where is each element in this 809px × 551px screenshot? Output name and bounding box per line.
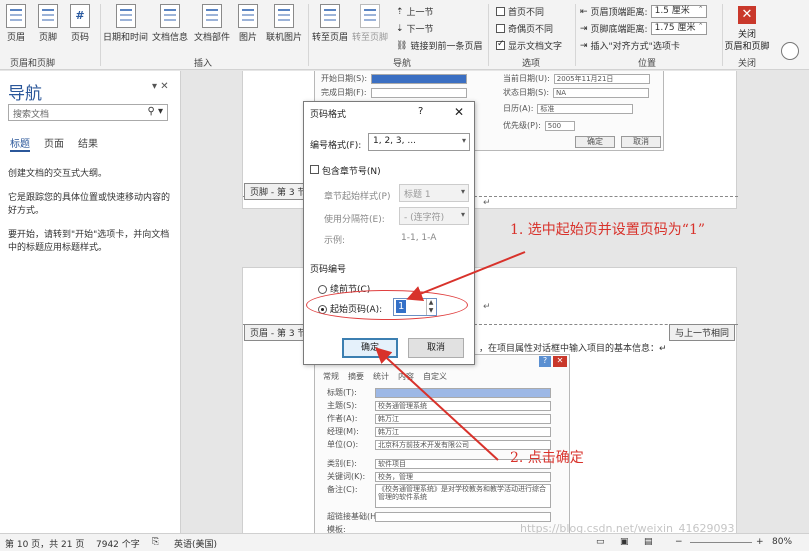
page-count[interactable]: 第 10 页，共 21 页 — [5, 537, 84, 550]
proofing-icon[interactable]: ⎘ — [152, 537, 159, 547]
word-count[interactable]: 7942 个字 — [96, 537, 140, 550]
arrow-to-ok-button — [375, 347, 499, 461]
language[interactable]: 英语(美国) — [174, 537, 217, 550]
zoom-level[interactable]: 80% — [772, 537, 792, 547]
status-bar: 第 10 页，共 21 页 7942 个字 ⎘ 英语(美国) ▭ ▣ ▤ − +… — [0, 533, 809, 551]
annotation-step-2: 2. 点击确定 — [510, 450, 584, 466]
zoom-in-icon[interactable]: + — [756, 537, 764, 547]
web-layout-icon[interactable]: ▤ — [644, 537, 653, 547]
zoom-slider[interactable] — [690, 542, 752, 543]
print-layout-icon[interactable]: ▣ — [620, 537, 629, 547]
annotation-arrows — [375, 251, 526, 461]
arrow-to-start-page — [406, 251, 526, 301]
annotation-step-1: 1. 选中起始页并设置页码为“1” — [510, 222, 706, 238]
zoom-out-icon[interactable]: − — [675, 537, 683, 547]
read-mode-icon[interactable]: ▭ — [596, 537, 605, 547]
